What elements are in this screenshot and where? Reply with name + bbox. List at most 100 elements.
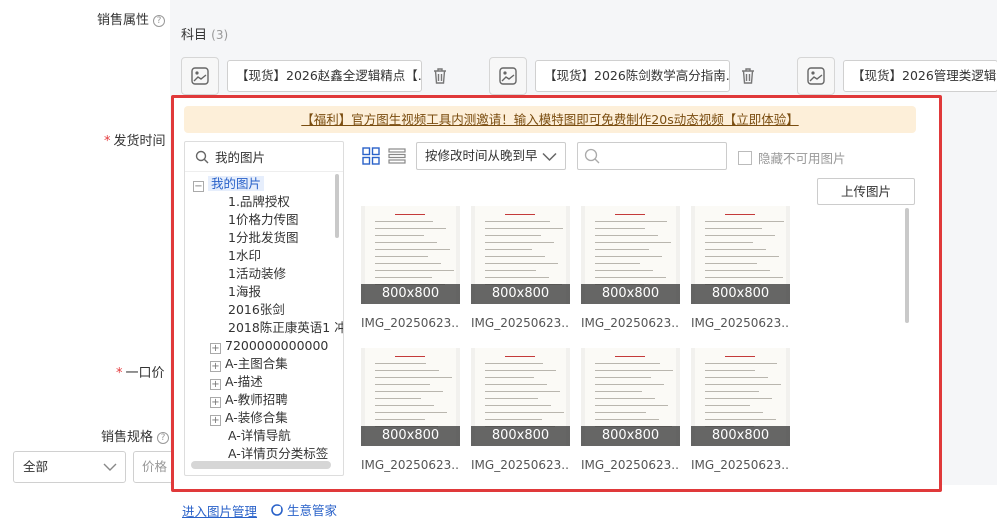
sku-image-upload[interactable] [489,57,527,95]
checkbox[interactable] [738,151,752,165]
thumbnail-text-line [615,356,645,357]
thumbnail-text-line [485,377,534,378]
sku-name-input[interactable]: 【现货】2026管理类逻辑分析 [843,60,997,92]
grid-view-icon[interactable] [362,147,380,165]
thumbnail-text-line [485,370,556,371]
image-thumbnail[interactable]: 800x800 [471,206,570,304]
image-thumbnail[interactable]: 800x800 [361,206,460,304]
hide-unavailable-checkbox[interactable]: 隐藏不可用图片 [738,148,846,167]
thumbnail-text-line [485,221,550,222]
folder-tree-item[interactable]: + A-描述 [210,373,263,391]
chevron-down-icon [103,463,117,471]
image-dimension-label: 800x800 [581,284,680,304]
image-filename: IMG_20250623... [361,458,460,472]
image-thumbnail[interactable]: 800x800 [581,348,680,446]
thumbnail-text-line [375,228,446,229]
folder-tree-item[interactable]: +7200000000000 [210,337,328,355]
folder-tree-item[interactable]: 1活动装修 [228,265,286,283]
thumbnail-text-line [375,377,452,378]
collapse-icon[interactable]: − [193,181,204,192]
image-filename: IMG_20250623... [691,316,790,330]
spec-filter-select[interactable]: 全部 [13,451,126,483]
image-thumbnail[interactable]: 800x800 [581,206,680,304]
image-thumbnail[interactable]: 800x800 [471,348,570,446]
thumbnail-text-line [595,221,667,222]
thumbnail-text-line [485,419,542,420]
folder-search-input[interactable]: 我的图片 [185,142,343,172]
thumbnail-text-line [485,398,538,399]
folder-tree-label: A-装修合集 [225,410,288,425]
image-manage-link[interactable]: 进入图片管理 [182,501,257,520]
expand-icon[interactable]: + [210,415,221,426]
subject-label: 科目 (3) [181,28,229,43]
thumbnail-text-line [705,277,783,278]
thumbnail-text-line [375,242,437,243]
thumbnail-text-line [485,412,564,413]
price-input[interactable]: 价格 [133,451,173,483]
image-thumbnail[interactable]: 800x800 [691,348,790,446]
tree-hscrollbar[interactable] [191,461,331,469]
folder-tree-item[interactable]: 1.品牌授权 [228,193,290,211]
thumbnail-text-line [595,363,660,364]
image-search-input[interactable] [577,142,727,170]
help-icon[interactable]: ? [153,15,166,27]
thumbnail-text-line [705,370,755,371]
thumbnail-text-line [705,256,779,257]
sku-name-input[interactable]: 【现货】2026陈剑数学高分指南... [535,60,730,92]
thumbnail-text-line [595,370,673,371]
sku-item: 【现货】2026陈剑数学高分指南... [489,57,758,95]
tree-scrollbar[interactable] [335,174,339,238]
thumbnail-text-line [725,356,755,357]
folder-tree-item[interactable]: A-详情导航 [228,427,291,445]
upload-image-button[interactable]: 上传图片 [817,178,915,205]
search-icon [195,150,209,163]
thumbnail-text-line [705,377,768,378]
help-icon[interactable]: ? [157,432,170,444]
sku-image-upload[interactable] [797,57,835,95]
folder-tree-label: 2016张剑 [228,302,285,317]
thumbnail-text-line [595,384,664,385]
assistant-link[interactable]: 生意管家 [271,500,337,519]
thumbnail-text-line [595,419,659,420]
folder-tree-item[interactable]: 1分批发货图 [228,229,298,247]
thumbnail-text-line [395,356,425,357]
promo-banner[interactable]: 【福利】官方图生视频工具内测邀请！输入模特图即可免费制作20s动态视频【立即体验… [184,106,916,133]
expand-icon[interactable]: + [210,343,221,354]
thumbnail-text-line [705,412,763,413]
folder-tree-item[interactable]: + A-装修合集 [210,409,288,427]
image-thumbnail[interactable]: 800x800 [361,348,460,446]
image-thumbnail[interactable]: 800x800 [691,206,790,304]
sort-select[interactable]: 按修改时间从晚到早 [416,142,566,170]
folder-tree-item[interactable]: − 我的图片 [193,175,265,193]
folder-tree-item[interactable]: 1价格力传图 [228,211,298,229]
folder-tree-item[interactable]: + A-主图合集 [210,355,288,373]
folder-tree-item[interactable]: 1海报 [228,283,261,301]
thumbnail-text-line [595,405,668,406]
sku-name-input[interactable]: 【现货】2026赵鑫全逻辑精点【... [227,60,422,92]
trash-icon[interactable] [430,66,450,86]
expand-icon[interactable]: + [210,379,221,390]
trash-icon[interactable] [738,66,758,86]
thumbnail-text-line [595,263,640,264]
folder-tree-item[interactable]: 2016张剑 [228,301,285,319]
folder-tree-item[interactable]: 1水印 [228,247,261,265]
folder-tree-label: A-教师招聘 [225,392,288,407]
thumbnail-text-line [375,384,430,385]
thumbnail-text-line [705,221,784,222]
image-placeholder-icon [499,67,517,85]
image-filename: IMG_20250623... [361,316,460,330]
thumbnail-text-line [595,412,646,413]
expand-icon[interactable]: + [210,397,221,408]
folder-tree-item[interactable]: 2018陈正康英语1 冲 [228,319,343,337]
thumbnail-text-line [595,256,662,257]
list-view-icon[interactable] [388,147,406,165]
folder-tree-label: A-描述 [225,374,263,389]
sku-image-upload[interactable] [181,57,219,95]
expand-icon[interactable]: + [210,361,221,372]
thumbnail-text-line [375,249,450,250]
images-scrollbar[interactable] [905,208,909,323]
image-dimension-label: 800x800 [691,426,790,446]
thumbnail-text-line [375,405,434,406]
folder-tree-item[interactable]: + A-教师招聘 [210,391,288,409]
thumbnail-text-line [705,249,766,250]
